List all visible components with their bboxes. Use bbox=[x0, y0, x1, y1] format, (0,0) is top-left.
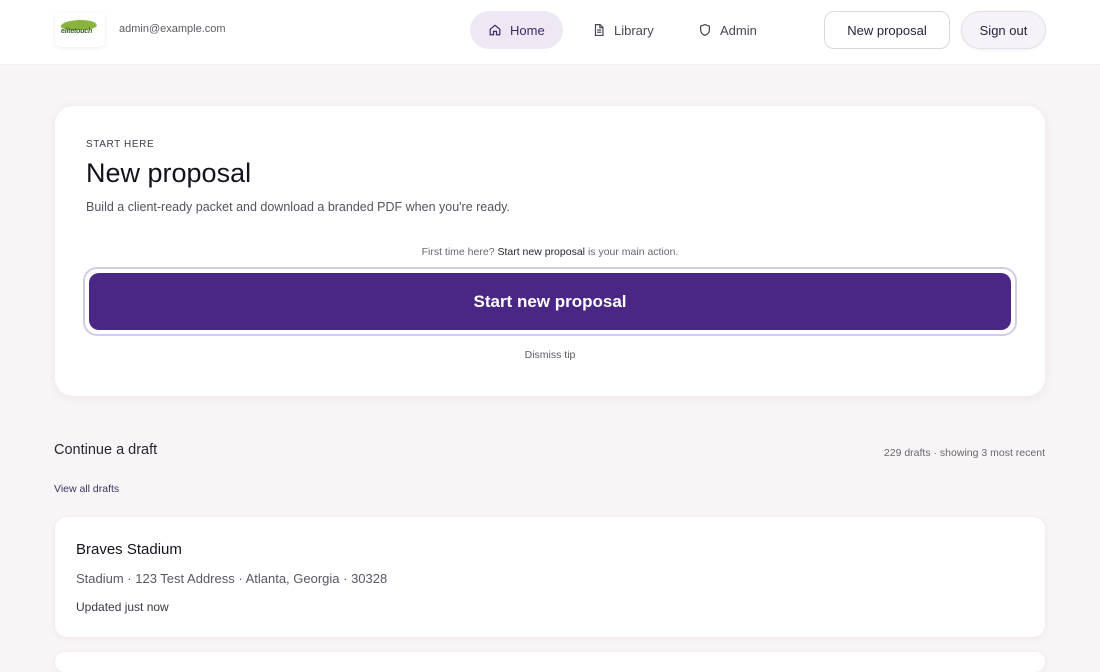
draft-name: Braves Stadium bbox=[76, 541, 182, 558]
document-icon bbox=[594, 23, 604, 37]
draft-card[interactable]: Braves Stadium Stadium · 123 Test Addres… bbox=[55, 517, 1045, 637]
brand-logo[interactable]: elitetouch bbox=[55, 13, 105, 47]
dismiss-tip-link[interactable]: Dismiss tip bbox=[55, 349, 1045, 361]
page-subtitle: Build a client-ready packet and download… bbox=[86, 200, 510, 214]
nav-library-label: Library bbox=[614, 22, 654, 38]
nav-home-label: Home bbox=[510, 22, 545, 38]
start-eyebrow: START HERE bbox=[86, 139, 155, 150]
user-email: admin@example.com bbox=[119, 23, 226, 35]
sign-out-button[interactable]: Sign out bbox=[961, 11, 1046, 49]
hint-prefix: First time here? bbox=[421, 246, 495, 258]
draft-card-partial[interactable] bbox=[55, 652, 1045, 672]
shield-icon bbox=[700, 23, 710, 37]
page-title: New proposal bbox=[86, 158, 252, 188]
start-card: START HERE New proposal Build a client-r… bbox=[55, 106, 1045, 396]
view-all-drafts-link[interactable]: View all drafts bbox=[54, 483, 119, 495]
hint-action: Start new proposal bbox=[497, 246, 586, 258]
hint-suffix: is your main action. bbox=[587, 246, 679, 258]
draft-meta: Stadium · 123 Test Address · Atlanta, Ge… bbox=[76, 571, 388, 586]
nav-admin-label: Admin bbox=[720, 22, 757, 38]
nav-admin[interactable]: Admin bbox=[680, 11, 775, 49]
draft-updated: Updated just now bbox=[76, 600, 169, 614]
first-time-hint: First time here? Start new proposal is y… bbox=[55, 246, 1045, 258]
nav-library[interactable]: Library bbox=[574, 11, 672, 49]
drafts-section-title: Continue a draft bbox=[54, 442, 158, 458]
new-proposal-button[interactable]: New proposal bbox=[824, 11, 950, 49]
nav-home[interactable]: Home bbox=[470, 11, 563, 49]
home-icon bbox=[489, 24, 501, 36]
top-bar: elitetouch admin@example.com Home Librar… bbox=[0, 0, 1100, 65]
primary-highlight: Start new proposal bbox=[83, 267, 1017, 336]
start-new-proposal-button[interactable]: Start new proposal bbox=[89, 273, 1011, 330]
drafts-count: 229 drafts · showing 3 most recent bbox=[883, 447, 1045, 459]
logo-wordmark: elitetouch bbox=[61, 28, 93, 35]
